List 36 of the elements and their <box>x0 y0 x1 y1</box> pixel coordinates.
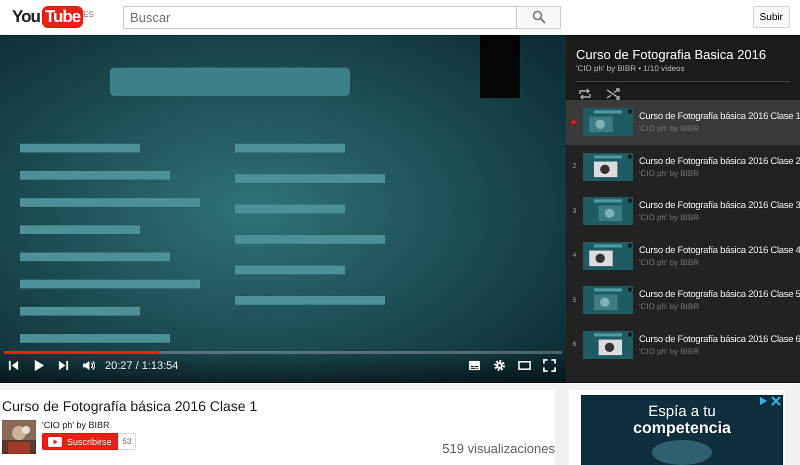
region-label: ES <box>83 10 94 19</box>
playlist-item-channel: 'CIO ph' by BIBR <box>639 258 700 267</box>
shuffle-icon[interactable] <box>606 87 620 101</box>
next-icon[interactable] <box>57 359 70 372</box>
playlist-item-channel: 'CIO ph' by BIBR <box>639 346 700 356</box>
youtube-play-icon <box>48 436 62 446</box>
view-count: 519 visualizaciones <box>442 441 555 456</box>
playlist-item-channel: 'CIO ph' by BIBR <box>639 213 700 222</box>
playlist-title: Curso de Fotografia Basica 2016 <box>576 47 768 62</box>
search-icon <box>532 10 546 24</box>
video-title: Curso de Fotografía básica 2016 Clase 1 <box>2 398 258 414</box>
repeat-icon[interactable] <box>578 87 592 101</box>
playlist-item-channel: 'CIO ph' by BIBR <box>639 168 700 178</box>
search-button[interactable] <box>517 6 561 28</box>
subscriber-count: 53 <box>118 433 136 450</box>
logo-word: You <box>12 7 40 27</box>
playlist-item-channel: 'CIO ph' by BIBR <box>639 302 700 312</box>
playlist-meta: 'CIO ph' by BIBR • 1/10 vídeos <box>576 64 790 82</box>
settings-icon[interactable] <box>493 359 506 372</box>
previous-icon[interactable] <box>7 359 20 372</box>
time-label: 20:27 / 1:13:54 <box>105 360 178 372</box>
fullscreen-icon[interactable] <box>543 359 556 372</box>
logo[interactable]: You Tube $^{ES}$ <box>12 6 123 28</box>
ad-choices-icon[interactable] <box>759 396 781 406</box>
channel-name[interactable]: 'CIO ph' by BIBR <box>42 420 136 430</box>
logo-word: Tube <box>42 6 84 28</box>
upload-button[interactable]: Subir <box>752 6 790 28</box>
play-icon[interactable] <box>32 359 45 372</box>
subscribe-button[interactable]: Suscribirse <box>42 433 118 450</box>
theater-mode-icon[interactable] <box>518 359 531 372</box>
playlist-item-channel: 'CIO ph' by BIBR <box>639 124 700 134</box>
search-field[interactable]: Buscar <box>123 6 517 28</box>
ad-headline: Espía a tu <box>648 403 716 420</box>
ad-headline: competencia <box>633 420 731 438</box>
volume-icon[interactable] <box>82 359 95 372</box>
ad-banner[interactable]: Espía a tu competencia <box>581 395 783 465</box>
